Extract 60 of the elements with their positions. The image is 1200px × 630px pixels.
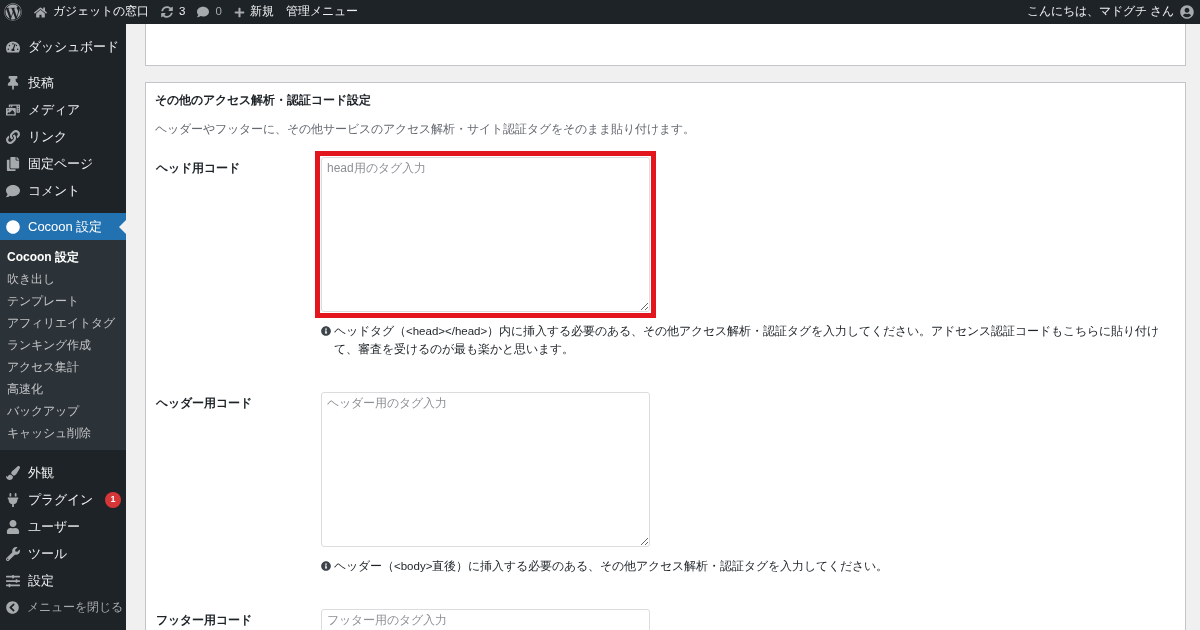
section-title: その他のアクセス解析・認証コード設定 bbox=[154, 92, 372, 108]
wordpress-logo-icon[interactable] bbox=[4, 3, 22, 21]
sidebar-item[interactable]: 外観 bbox=[0, 459, 126, 486]
count-badge: 1 bbox=[105, 491, 121, 508]
sidebar-item[interactable]: メディア bbox=[0, 96, 126, 123]
sidebar-item[interactable]: 固定ページ bbox=[0, 150, 126, 177]
field-label: ヘッダー用コード bbox=[155, 395, 253, 412]
comments-link[interactable]: 0 bbox=[197, 3, 222, 21]
comment-icon bbox=[6, 183, 20, 198]
submenu-item[interactable]: Cocoon 設定 bbox=[0, 246, 126, 268]
new-link[interactable]: 新規 bbox=[233, 3, 274, 21]
sidebar-item[interactable]: Cocoon 設定 bbox=[0, 213, 126, 240]
pages-icon bbox=[6, 156, 20, 171]
field-label: ヘッド用コード bbox=[155, 160, 241, 177]
code-textarea[interactable]: head用のタグ入力 bbox=[321, 157, 650, 312]
wrench-icon bbox=[6, 546, 20, 561]
help-text: ヘッドタグ（<head></head>）内に挿入する必要のある、その他アクセス解析・認証タグを入力してください。アドセンス認証コードもこちらに貼り付けて、審査を受けるのが最も楽かと思います。 bbox=[334, 324, 1161, 357]
media-icon bbox=[6, 102, 20, 117]
link-icon bbox=[6, 129, 20, 144]
submenu-item[interactable]: アフィリエイトタグ bbox=[0, 312, 126, 334]
sidebar-item[interactable]: 設定 bbox=[0, 567, 126, 594]
submenu-item[interactable]: バックアップ bbox=[0, 400, 126, 422]
sidebar-item[interactable]: 投稿 bbox=[0, 69, 126, 96]
submenu-item[interactable]: テンプレート bbox=[0, 290, 126, 312]
collapse-icon bbox=[6, 601, 19, 614]
pin-icon bbox=[6, 75, 20, 90]
submenu-item[interactable]: アクセス集計 bbox=[0, 356, 126, 378]
help-text: ヘッダー（<body>直後）に挿入する必要のある、その他アクセス解析・認証タグを入力してください。 bbox=[334, 559, 889, 574]
comment-icon bbox=[197, 6, 210, 18]
user-icon bbox=[6, 519, 20, 534]
home-icon bbox=[34, 5, 47, 19]
submenu-item[interactable]: 吹き出し bbox=[0, 268, 126, 290]
admin-menu-link[interactable]: 管理メニュー bbox=[285, 3, 358, 21]
updates-link[interactable]: 3 bbox=[161, 3, 186, 21]
submenu-item[interactable]: キャッシュ削除 bbox=[0, 422, 126, 444]
code-textarea[interactable]: ヘッダー用のタグ入力 bbox=[321, 392, 650, 547]
refresh-icon bbox=[161, 6, 173, 18]
plug-icon bbox=[6, 492, 20, 507]
collapse-menu-button[interactable]: メニューを閉じる bbox=[0, 594, 126, 621]
sidebar-item[interactable]: ツール bbox=[0, 540, 126, 567]
info-icon bbox=[321, 326, 331, 336]
plus-icon bbox=[233, 6, 245, 18]
submenu-item[interactable]: ランキング作成 bbox=[0, 334, 126, 356]
section-description: ヘッダーやフッターに、その他サービスのアクセス解析・サイト認証タグをそのまま貼り付けます。 bbox=[154, 122, 696, 137]
dashboard-icon bbox=[6, 39, 20, 54]
sidebar-item[interactable]: プラグイン 1 bbox=[0, 486, 126, 513]
account-link[interactable]: こんにちは、マドグチ さん bbox=[1026, 3, 1194, 21]
circle-icon bbox=[6, 219, 20, 234]
site-name-link[interactable]: ガジェットの窓口 bbox=[34, 3, 149, 21]
code-textarea[interactable]: フッター用のタグ入力 bbox=[321, 609, 650, 630]
sliders-icon bbox=[6, 573, 20, 588]
field-label: フッター用コード bbox=[155, 612, 253, 629]
info-icon bbox=[321, 561, 331, 571]
avatar-icon bbox=[1180, 5, 1194, 19]
sidebar-item[interactable]: ユーザー bbox=[0, 513, 126, 540]
sidebar-item[interactable]: ダッシュボード bbox=[0, 33, 126, 60]
sidebar-item[interactable]: コメント bbox=[0, 177, 126, 204]
sidebar-item[interactable]: リンク bbox=[0, 123, 126, 150]
paintbrush-icon bbox=[6, 465, 20, 480]
submenu-item[interactable]: 高速化 bbox=[0, 378, 126, 400]
